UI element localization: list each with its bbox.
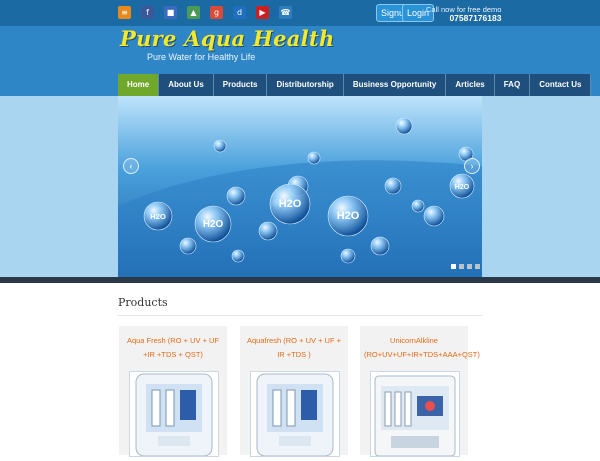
rss-icon[interactable]: ≡ — [118, 6, 131, 19]
main-nav: Home About Us Products Distributorship Busin… — [118, 74, 592, 96]
product-name[interactable]: Aqua Fresh (RO + UV + UF +IR +TDS + QST) — [123, 334, 223, 362]
water-drop — [307, 151, 321, 165]
slider-dot[interactable] — [459, 264, 464, 269]
water-drop — [340, 248, 356, 264]
water-drop — [384, 177, 402, 195]
product-card[interactable]: Aquafresh (RO + UV + UF + IR +TDS ) — [240, 326, 348, 457]
slider-prev-button[interactable]: ‹ — [123, 158, 139, 174]
phone-number: 07587176183 — [449, 13, 502, 23]
drop-label: H2O — [150, 212, 166, 221]
slider-bottom-bar — [0, 277, 600, 283]
social-icons: ≡ f ■ ▲ g d ▶ ☎ — [118, 6, 292, 19]
water-drop — [370, 236, 390, 256]
product-card[interactable]: UnicornAlkline (RO+UV+UF+IR+TDS+AAA+QST) — [360, 326, 480, 457]
products-divider — [118, 315, 482, 316]
nav-item-faq[interactable]: FAQ — [495, 74, 531, 96]
slider-next-button[interactable]: › — [464, 158, 480, 174]
water-drop — [258, 221, 278, 241]
water-drop — [213, 139, 227, 153]
drop-label: H2O — [279, 198, 302, 210]
facebook-icon[interactable]: f — [141, 6, 154, 19]
slider-dot[interactable] — [451, 264, 456, 269]
purifier-image — [256, 373, 334, 457]
nav-item-about-us[interactable]: About Us — [159, 74, 214, 96]
nav-item-home[interactable]: Home — [118, 74, 160, 96]
product-name[interactable]: Aquafresh (RO + UV + UF + IR +TDS ) — [244, 334, 344, 362]
google-icon[interactable]: g — [210, 6, 223, 19]
nav-item-products[interactable]: Products — [214, 74, 268, 96]
product-image[interactable] — [129, 371, 219, 457]
drop-label: H2O — [337, 210, 360, 222]
site-logo[interactable]: Pure Aqua Health — [120, 26, 335, 51]
water-drop — [423, 205, 445, 227]
water-drop — [395, 117, 413, 135]
youtube-icon[interactable]: ▶ — [256, 6, 269, 19]
nav-item-business-opportunity[interactable]: Business Opportunity — [344, 74, 447, 96]
drop-label: H2O — [455, 184, 470, 191]
share-icon[interactable]: ▲ — [187, 6, 200, 19]
delicious-icon[interactable]: ■ — [164, 6, 177, 19]
water-drop — [411, 199, 425, 213]
call-info: Call now for free demo 07587176183 — [426, 5, 501, 23]
purifier-image — [374, 375, 456, 457]
phone-icon[interactable]: ☎ — [279, 6, 292, 19]
nav-item-distributorship[interactable]: Distributorship — [267, 74, 344, 96]
product-name[interactable]: UnicornAlkline (RO+UV+UF+IR+TDS+AAA+QST) — [364, 334, 480, 362]
nav-item-articles[interactable]: Articles — [446, 74, 495, 96]
slider-backdrop-right — [482, 96, 600, 278]
slider-backdrop-left — [0, 96, 118, 278]
water-drop — [226, 186, 246, 206]
product-image[interactable] — [370, 371, 460, 457]
slider-pagination — [451, 264, 480, 269]
water-drops-image: H2O H2O H2O H2O H2O — [118, 96, 482, 278]
nav-item-contact-us[interactable]: Contact Us — [530, 74, 592, 96]
site-tagline: Pure Water for Healthy Life — [147, 52, 256, 62]
water-drop — [179, 237, 197, 255]
purifier-image — [135, 373, 213, 457]
hero-slider: H2O H2O H2O H2O H2O ‹ › — [118, 96, 482, 278]
digg-icon[interactable]: d — [233, 6, 246, 19]
slider-dot[interactable] — [475, 264, 480, 269]
drop-label: H2O — [203, 219, 224, 230]
top-bar — [0, 0, 600, 26]
slider-dot[interactable] — [467, 264, 472, 269]
water-drop — [231, 249, 245, 263]
product-card[interactable]: Aqua Fresh (RO + UV + UF +IR +TDS + QST) — [119, 326, 227, 457]
products-heading: Products — [118, 296, 168, 309]
product-image[interactable] — [250, 371, 340, 457]
